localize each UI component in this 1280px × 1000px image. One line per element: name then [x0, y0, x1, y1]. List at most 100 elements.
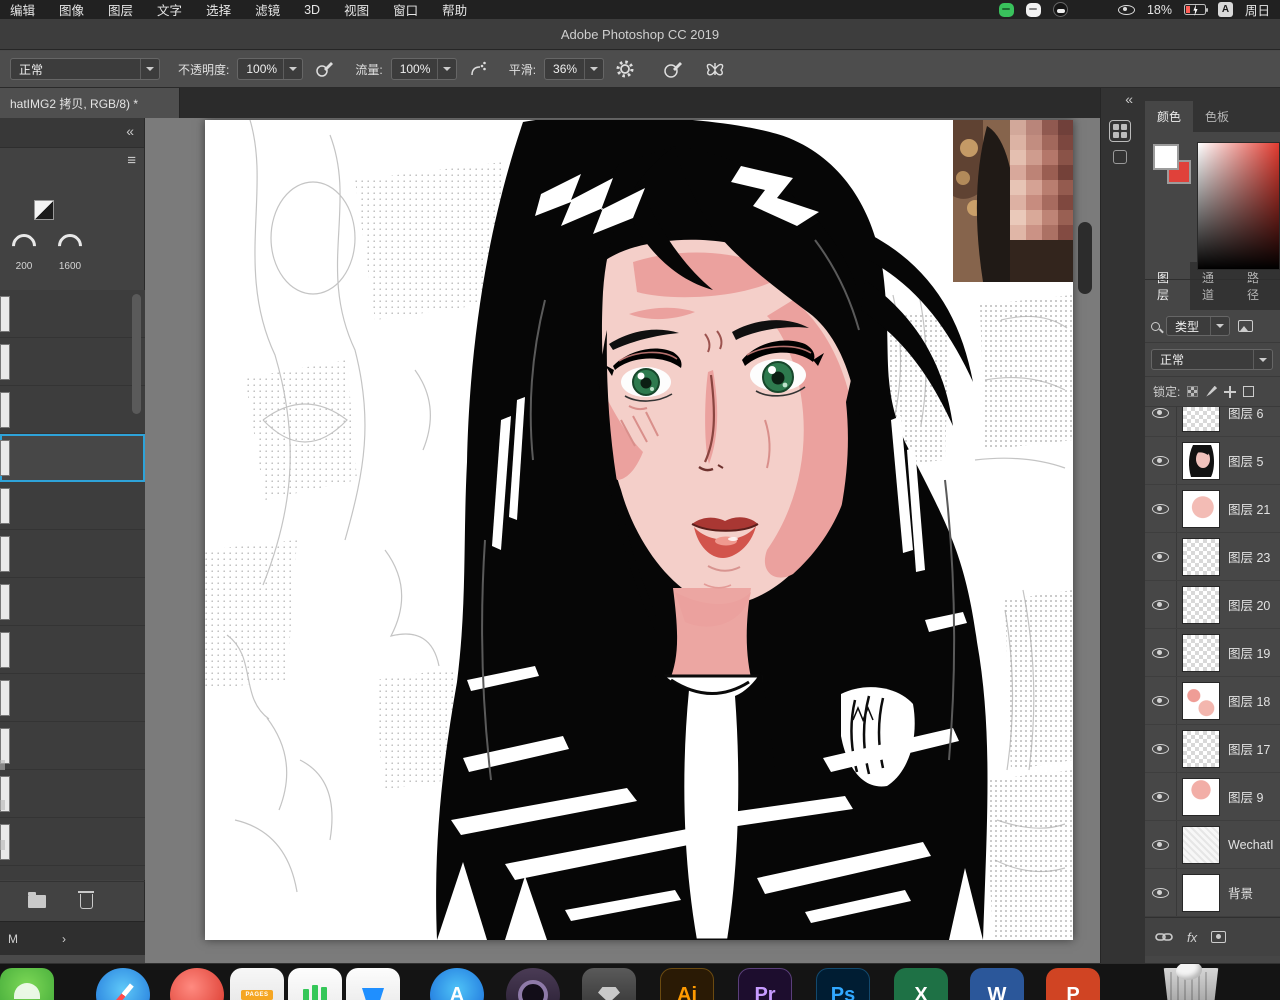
brush-list-item[interactable] — [0, 626, 145, 674]
brush-list-item[interactable] — [0, 338, 145, 386]
collapsed-tab-label[interactable]: M — [8, 932, 18, 946]
dock-icon-powerpoint[interactable]: P — [1046, 968, 1100, 1000]
brush-list-item[interactable] — [0, 722, 145, 770]
visibility-toggle[interactable] — [1145, 725, 1177, 772]
brush-list-item[interactable] — [0, 530, 145, 578]
layer-thumbnail[interactable] — [1182, 729, 1220, 768]
layer-blend-mode-dropdown[interactable]: 正常 — [1151, 349, 1273, 370]
lock-position-icon[interactable] — [1224, 385, 1237, 398]
layer-row[interactable]: 图层 21 — [1145, 485, 1280, 533]
panel-mini-icon[interactable] — [1113, 150, 1127, 164]
layer-row[interactable]: 图层 17 — [1145, 725, 1280, 773]
airbrush-icon[interactable] — [465, 56, 491, 82]
layer-row[interactable]: 图层 23 — [1145, 533, 1280, 581]
menu-item-help[interactable]: 帮助 — [442, 0, 467, 19]
wechat-status-icon[interactable] — [998, 2, 1014, 17]
dock-icon-camera-app[interactable] — [506, 968, 560, 1000]
brush-preset-1600[interactable]: 1600 — [48, 229, 92, 284]
delete-trash-icon[interactable] — [78, 891, 94, 909]
dock-icon-premiere[interactable]: Pr — [738, 968, 792, 1000]
dock-icon-illustrator[interactable]: Ai — [660, 968, 714, 1000]
menu-item-image[interactable]: 图像 — [59, 0, 84, 19]
layer-thumbnail[interactable] — [1182, 441, 1220, 480]
new-group-folder-icon[interactable] — [28, 892, 46, 908]
visibility-toggle[interactable] — [1145, 485, 1177, 532]
pressure-opacity-icon[interactable] — [311, 56, 337, 82]
menu-item-type[interactable]: 文字 — [157, 0, 182, 19]
battery-icon[interactable] — [1183, 4, 1208, 16]
visibility-toggle[interactable] — [1145, 773, 1177, 820]
menu-item-window[interactable]: 窗口 — [393, 0, 418, 19]
layer-row[interactable]: 图层 9 — [1145, 773, 1280, 821]
visibility-toggle[interactable] — [1145, 533, 1177, 580]
dock-icon-browser[interactable] — [170, 968, 224, 1000]
brush-preset-200[interactable]: 200 — [2, 229, 46, 284]
brush-list-item[interactable] — [0, 482, 145, 530]
layer-thumbnail[interactable] — [1182, 633, 1220, 672]
dock-icon-design-app[interactable] — [582, 968, 636, 1000]
filter-type-dropdown[interactable]: 类型 — [1166, 316, 1230, 336]
layer-thumb[interactable] — [1182, 825, 1220, 864]
filter-kind-image-icon[interactable] — [1238, 320, 1253, 332]
left-panel-scrollbar[interactable] — [132, 294, 141, 414]
visibility-toggle[interactable] — [1145, 677, 1177, 724]
symmetry-butterfly-icon[interactable] — [702, 56, 728, 82]
visibility-toggle[interactable] — [1145, 629, 1177, 676]
layer-row[interactable]: WechatI — [1145, 821, 1280, 869]
menu-bar-date[interactable]: 周日 — [1245, 0, 1270, 19]
layer-row[interactable]: 背景 — [1145, 869, 1280, 917]
add-mask-icon[interactable] — [1211, 931, 1227, 943]
brush-list-item[interactable] — [0, 290, 145, 338]
dock-icon-excel[interactable]: X — [894, 968, 948, 1000]
expand-chevron-icon[interactable]: › — [62, 932, 66, 946]
brush-list-item[interactable] — [0, 770, 145, 818]
layer-thumbnail[interactable] — [1182, 407, 1220, 432]
expand-panels-icon[interactable]: « — [1125, 91, 1133, 107]
panel-grid-icon[interactable] — [1109, 120, 1131, 142]
input-method-icon[interactable]: A — [1217, 2, 1233, 17]
pressure-size-icon[interactable] — [660, 56, 686, 82]
menu-item-edit[interactable]: 编辑 — [10, 0, 35, 19]
eye-status-icon[interactable] — [1117, 4, 1135, 15]
visibility-toggle[interactable] — [1145, 407, 1177, 436]
visibility-toggle[interactable] — [1145, 581, 1177, 628]
brush-list-item-selected[interactable] — [0, 434, 145, 482]
smoothing-options-gear-icon[interactable] — [612, 56, 638, 82]
dock-icon-keynote[interactable] — [346, 968, 400, 1000]
brush-list-item[interactable] — [0, 578, 145, 626]
menu-item-view[interactable]: 视图 — [344, 0, 369, 19]
lock-artboard-icon[interactable] — [1243, 386, 1255, 397]
dock-icon-numbers[interactable] — [288, 968, 342, 1000]
lock-transparency-icon[interactable] — [1187, 386, 1199, 397]
smoothing-dropdown[interactable]: 36% — [544, 58, 605, 80]
tab-swatches[interactable]: 色板 — [1193, 101, 1242, 132]
brush-list-item[interactable] — [0, 674, 145, 722]
layer-row[interactable]: 图层 20 — [1145, 581, 1280, 629]
layer-effects-button[interactable]: fx — [1187, 930, 1197, 945]
brush-list-item[interactable] — [0, 818, 145, 866]
dock-icon-word[interactable]: W — [970, 968, 1024, 1000]
dock-icon-pages[interactable]: PAGES — [230, 968, 284, 1000]
visibility-toggle[interactable] — [1145, 869, 1177, 916]
visibility-toggle[interactable] — [1145, 821, 1177, 868]
dock-icon-safari[interactable] — [96, 968, 150, 1000]
layer-thumbnail[interactable] — [1182, 681, 1220, 720]
layer-thumbnail[interactable] — [1182, 873, 1220, 912]
layer-row[interactable]: 图层 5 — [1145, 437, 1280, 485]
layer-thumbnail[interactable] — [1182, 537, 1220, 576]
layer-row[interactable]: 图层 18 — [1145, 677, 1280, 725]
dock-icon-app-store[interactable]: A — [430, 968, 484, 1000]
layer-thumbnail[interactable] — [1182, 777, 1220, 816]
lock-pixels-icon[interactable] — [1206, 385, 1218, 397]
visibility-toggle[interactable] — [1145, 437, 1177, 484]
menu-item-layer[interactable]: 图层 — [108, 0, 133, 19]
document-tab[interactable]: hatIMG2 拷贝, RGB/8) * — [0, 88, 180, 118]
brush-tip-swatch-icon[interactable] — [34, 200, 54, 220]
panel-menu-icon[interactable]: ≡ — [127, 152, 136, 169]
canvas-scrollbar[interactable] — [1078, 222, 1092, 294]
tab-color[interactable]: 颜色 — [1145, 101, 1194, 132]
creative-cloud-icon[interactable] — [1052, 2, 1068, 17]
collapse-panel-icon[interactable]: « — [126, 123, 134, 139]
menu-item-filter[interactable]: 滤镜 — [255, 0, 280, 19]
saturation-brightness-field[interactable] — [1197, 142, 1280, 270]
